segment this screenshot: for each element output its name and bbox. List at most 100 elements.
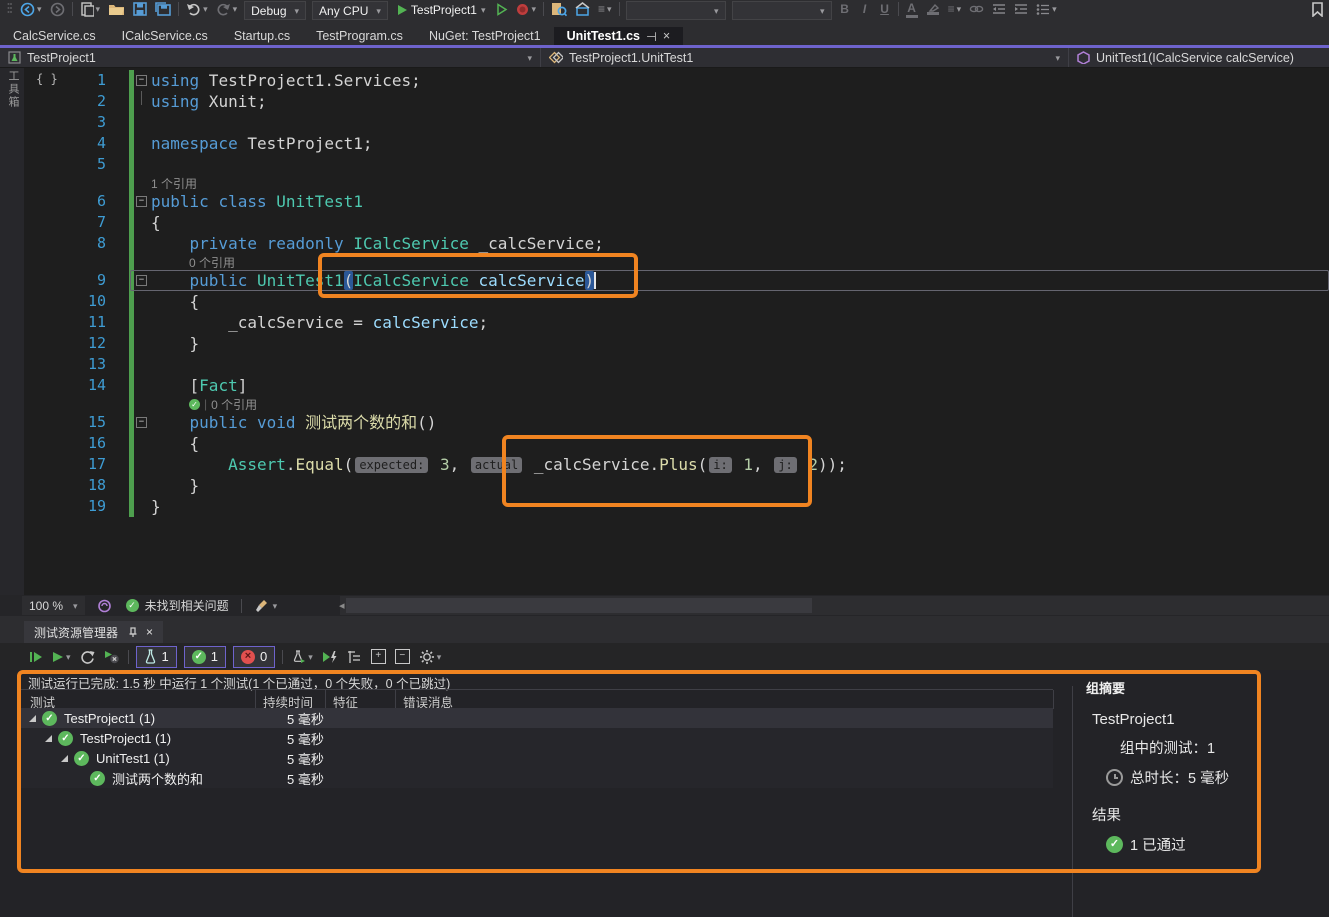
undo-button[interactable]: ▾ bbox=[185, 1, 209, 17]
code-line[interactable]: 14 [Fact] bbox=[26, 375, 1329, 396]
code-line[interactable]: 18 } bbox=[26, 475, 1329, 496]
run-failed-tests-button[interactable] bbox=[103, 649, 121, 665]
document-tab[interactable]: ICalcService.cs bbox=[109, 27, 221, 45]
save-all-button[interactable] bbox=[154, 1, 172, 17]
scrollbar-thumb[interactable] bbox=[346, 598, 812, 613]
code-line[interactable]: 17 Assert.Equal(expected: 3, actual _cal… bbox=[26, 454, 1329, 475]
expander-icon[interactable] bbox=[61, 755, 68, 762]
hot-reload-button[interactable]: ▾ bbox=[515, 1, 537, 17]
repeat-last-run-button[interactable] bbox=[79, 649, 96, 665]
code-line[interactable]: 10 { bbox=[26, 291, 1329, 312]
code-line[interactable]: 4namespace TestProject1; bbox=[26, 133, 1329, 154]
code-line[interactable]: 5 bbox=[26, 154, 1329, 175]
home-button[interactable] bbox=[574, 1, 591, 17]
close-icon[interactable]: × bbox=[663, 29, 670, 43]
scroll-left-icon[interactable]: ◂ bbox=[339, 599, 345, 612]
code-editor[interactable]: 工具箱 { } 1using TestProject1.Services;2us… bbox=[0, 68, 1329, 595]
pin-icon[interactable] bbox=[126, 626, 138, 638]
bold-button[interactable]: B bbox=[838, 1, 852, 17]
test-row[interactable]: ✓测试两个数的和5 毫秒 bbox=[17, 768, 1053, 788]
document-tab[interactable]: UnitTest1.cs⊣× bbox=[554, 27, 684, 45]
code-line[interactable]: 2using Xunit; bbox=[26, 91, 1329, 112]
solution-configuration-combo[interactable]: Debug▾ bbox=[244, 1, 306, 20]
playlist-button[interactable]: ▾ bbox=[290, 649, 314, 665]
save-button[interactable] bbox=[132, 1, 148, 17]
highlight-button[interactable] bbox=[925, 1, 941, 17]
code-line[interactable]: 11 _calcService = calcService; bbox=[26, 312, 1329, 333]
test-row[interactable]: ✓UnitTest1 (1)5 毫秒 bbox=[17, 748, 1053, 768]
failed-tests-badge[interactable]: × 0 bbox=[233, 646, 275, 668]
decrease-indent-button[interactable] bbox=[991, 1, 1007, 17]
text-color-button[interactable]: A bbox=[905, 1, 919, 17]
panel-splitter[interactable] bbox=[1072, 686, 1073, 917]
codelens-row[interactable]: 1 个引用 bbox=[26, 175, 1329, 191]
breadcrumb-project[interactable]: TestProject1 ▾ bbox=[0, 48, 540, 67]
test-row[interactable]: ✓TestProject1 (1)5 毫秒 bbox=[17, 708, 1053, 728]
navigate-back-button[interactable]: ▾ bbox=[19, 1, 43, 17]
close-icon[interactable]: × bbox=[146, 625, 153, 639]
code-line[interactable]: 12 } bbox=[26, 333, 1329, 354]
code-area[interactable]: 1using TestProject1.Services;2using Xuni… bbox=[26, 70, 1329, 517]
find-in-files-button[interactable] bbox=[550, 1, 568, 17]
breadcrumb-type[interactable]: TestProject1.UnitTest1 ▾ bbox=[540, 48, 1068, 67]
start-debugging-button[interactable]: TestProject1 ▾ bbox=[394, 1, 490, 18]
expander-icon[interactable] bbox=[45, 735, 52, 742]
link-button[interactable] bbox=[968, 1, 985, 17]
passed-tests-badge[interactable]: ✓ 1 bbox=[184, 646, 226, 668]
code-line[interactable]: 6public class UnitTest1 bbox=[26, 191, 1329, 212]
line-list-button[interactable]: ≡▾ bbox=[597, 1, 613, 17]
test-settings-button[interactable]: ▾ bbox=[418, 649, 443, 665]
bookmark-button[interactable] bbox=[1310, 1, 1325, 17]
test-row[interactable]: ✓TestProject1 (1)5 毫秒 bbox=[17, 728, 1053, 748]
toolbox-vertical-tab[interactable]: 工具箱 bbox=[5, 70, 21, 109]
code-line[interactable]: 9 public UnitTest1(ICalcService calcServ… bbox=[26, 270, 1329, 291]
font-size-combo[interactable]: ▾ bbox=[732, 1, 832, 20]
code-line[interactable]: 13 bbox=[26, 354, 1329, 375]
breadcrumb-member[interactable]: UnitTest1(ICalcService calcService) bbox=[1068, 48, 1329, 67]
document-tab[interactable]: CalcService.cs bbox=[0, 27, 109, 45]
grip-dots-icon bbox=[7, 2, 12, 17]
expander-icon[interactable] bbox=[29, 715, 36, 722]
open-file-button[interactable] bbox=[107, 1, 126, 17]
redo-button[interactable]: ▾ bbox=[215, 1, 239, 17]
fold-marker-icon[interactable] bbox=[134, 270, 151, 291]
underline-button[interactable]: U bbox=[878, 1, 892, 17]
bullet-list-button[interactable]: ▾ bbox=[1035, 1, 1058, 17]
fold-marker-icon[interactable] bbox=[134, 412, 151, 433]
fold-marker-icon[interactable] bbox=[134, 70, 151, 91]
total-tests-badge[interactable]: 1 bbox=[136, 646, 177, 668]
document-tab[interactable]: NuGet: TestProject1 bbox=[416, 27, 554, 45]
line-spacing-button[interactable]: ≡▾ bbox=[947, 1, 963, 17]
new-item-button[interactable]: ▾ bbox=[79, 1, 102, 17]
document-tab[interactable]: Startup.cs bbox=[221, 27, 303, 45]
code-line[interactable]: 15 public void 测试两个数的和() bbox=[26, 412, 1329, 433]
horizontal-scrollbar[interactable]: ◂ bbox=[340, 596, 1329, 615]
collapse-all-button[interactable]: − bbox=[394, 649, 411, 665]
font-name-combo[interactable]: ▾ bbox=[626, 1, 726, 20]
group-by-button[interactable] bbox=[346, 649, 363, 665]
pin-icon[interactable]: ⊣ bbox=[646, 29, 657, 44]
code-line[interactable]: 19} bbox=[26, 496, 1329, 517]
italic-button[interactable]: I bbox=[858, 1, 872, 17]
document-health-indicator[interactable]: ✓ 未找到相关问题 bbox=[126, 597, 229, 614]
expand-all-button[interactable]: + bbox=[370, 649, 387, 665]
document-tab[interactable]: TestProgram.cs bbox=[303, 27, 416, 45]
code-line[interactable]: 1using TestProject1.Services; bbox=[26, 70, 1329, 91]
codelens-row[interactable]: ✓|0 个引用 bbox=[26, 396, 1329, 412]
start-without-debugging-button[interactable] bbox=[495, 1, 509, 17]
run-until-failure-button[interactable] bbox=[321, 649, 339, 665]
code-line[interactable]: 7{ bbox=[26, 212, 1329, 233]
zoom-combo[interactable]: 100 % ▾ bbox=[22, 596, 85, 615]
run-tests-button[interactable]: ▾ bbox=[51, 649, 72, 665]
code-cleanup-button[interactable]: ▾ bbox=[254, 598, 279, 614]
code-line[interactable]: 8 private readonly ICalcService _calcSer… bbox=[26, 233, 1329, 254]
codelens-row[interactable]: 0 个引用 bbox=[26, 254, 1329, 270]
test-explorer-tab[interactable]: 测试资源管理器 × bbox=[24, 621, 163, 643]
code-line[interactable]: 16 { bbox=[26, 433, 1329, 454]
run-all-tests-button[interactable] bbox=[28, 649, 44, 665]
code-line[interactable]: 3 bbox=[26, 112, 1329, 133]
fold-marker-icon[interactable] bbox=[134, 191, 151, 212]
solution-platform-combo[interactable]: Any CPU▾ bbox=[312, 1, 388, 20]
increase-indent-button[interactable] bbox=[1013, 1, 1029, 17]
navigate-forward-button[interactable] bbox=[49, 1, 66, 17]
